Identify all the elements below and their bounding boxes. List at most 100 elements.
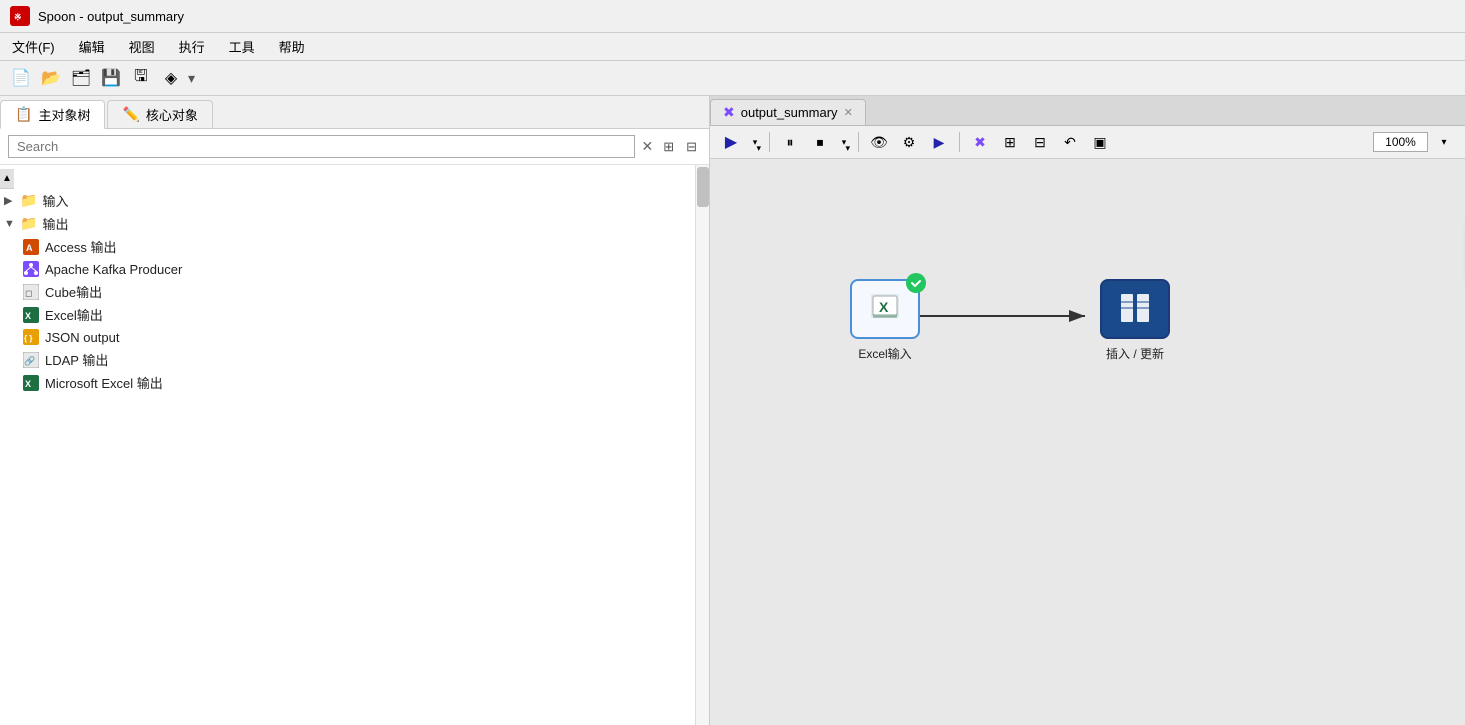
layers-arrow[interactable]: ▾ xyxy=(188,70,195,87)
node-insert-update-box xyxy=(1100,279,1170,339)
paste-button[interactable]: ⊟ xyxy=(1027,129,1053,155)
transform-button[interactable]: ✖ xyxy=(967,129,993,155)
canvas-tab-output-summary[interactable]: ✖ output_summary ✕ xyxy=(710,99,866,125)
tree-arrow-output: ▼ xyxy=(4,218,20,230)
save-button[interactable]: 💾 xyxy=(98,65,124,91)
tree-item-output[interactable]: ▼ 📁 输出 xyxy=(0,212,695,235)
tree-arrow-input: ▶ xyxy=(4,194,20,207)
open-recent-button[interactable]: 🗂 xyxy=(68,65,94,91)
node-insert-update-label: 插入 / 更新 xyxy=(1106,345,1164,362)
menu-bar: 文件(F) 编辑 视图 执行 工具 帮助 xyxy=(0,33,1465,61)
menu-tools[interactable]: 工具 xyxy=(225,35,259,58)
cube-icon: ◻ xyxy=(22,283,40,301)
app-icon: ※ xyxy=(10,6,30,26)
save-as-button[interactable]: 🖫 xyxy=(128,65,154,91)
tree-item-kafka[interactable]: Apache Kafka Producer xyxy=(0,258,695,280)
svg-text:◻: ◻ xyxy=(25,288,32,298)
menu-view[interactable]: 视图 xyxy=(125,35,159,58)
folder-icon-input: 📁 xyxy=(20,192,37,209)
ms-excel-icon: X xyxy=(22,374,40,392)
zoom-input[interactable] xyxy=(1373,132,1428,152)
stop-button[interactable]: ⏹ xyxy=(807,129,833,155)
menu-run[interactable]: 执行 xyxy=(175,35,209,58)
run-button[interactable]: ▶ xyxy=(718,129,744,155)
node-excel-input-icon: X xyxy=(865,286,905,333)
svg-text:X: X xyxy=(879,299,889,315)
canvas-toolbar: ▶ ▾ ⏸ ⏹ ▾ 👁 ⚙ ▶ ✖ ⊞ ⊟ ↶ ▣ ▾ xyxy=(710,126,1465,159)
tab-main-tree[interactable]: 📋 主对象树 xyxy=(0,100,105,129)
canvas-tab-icon: ✖ xyxy=(723,104,735,121)
scroll-up-button[interactable]: ▲ xyxy=(0,169,14,189)
tree-label-excel-out: Excel输出 xyxy=(45,305,103,324)
svg-text:{ }: { } xyxy=(24,334,32,343)
canvas-tabs: ✖ output_summary ✕ xyxy=(710,96,1465,126)
tree-item-ms-excel[interactable]: X Microsoft Excel 输出 xyxy=(0,371,695,394)
right-panel: ✖ output_summary ✕ ▶ ▾ ⏸ ⏹ ▾ 👁 ⚙ ▶ ✖ ⊞ ⊟… xyxy=(710,96,1465,725)
open-button[interactable]: 📂 xyxy=(38,65,64,91)
new-file-button[interactable]: 📄 xyxy=(8,65,34,91)
debug-button[interactable]: ▶ xyxy=(926,129,952,155)
node-insert-update-icon xyxy=(1115,288,1155,331)
tree-label-ms-excel: Microsoft Excel 输出 xyxy=(45,373,163,392)
left-panel: 📋 主对象树 ✏️ 核心对象 ✕ ⊞ ⊟ ▲ ▶ xyxy=(0,96,710,725)
title-bar: ※ Spoon - output_summary xyxy=(0,0,1465,33)
tree-content: ▲ ▶ 📁 输入 ▼ 📁 输出 xyxy=(0,165,695,725)
tree-label-input: 输入 xyxy=(42,191,68,210)
pause-button[interactable]: ⏸ xyxy=(777,129,803,155)
toolbar-sep-2 xyxy=(858,132,859,152)
json-icon: { } xyxy=(22,328,40,346)
tree-panel: ▲ ▶ 📁 输入 ▼ 📁 输出 xyxy=(0,165,709,725)
tree-scrollbar-thumb[interactable] xyxy=(697,167,709,207)
search-filter-icon[interactable]: ⊟ xyxy=(682,137,701,157)
app-title: Spoon - output_summary xyxy=(38,9,184,24)
zoom-dropdown-button[interactable]: ▾ xyxy=(1431,129,1457,155)
main-layout: 📋 主对象树 ✏️ 核心对象 ✕ ⊞ ⊟ ▲ ▶ xyxy=(0,96,1465,725)
menu-edit[interactable]: 编辑 xyxy=(75,35,109,58)
copy-button[interactable]: ⊞ xyxy=(997,129,1023,155)
canvas-tab-close-button[interactable]: ✕ xyxy=(844,106,853,119)
toolbar-sep-3 xyxy=(959,132,960,152)
zoom-control: ▾ xyxy=(1373,129,1457,155)
tree-item-ldap[interactable]: 🔗 LDAP 输出 xyxy=(0,348,695,371)
folder-icon-output: 📁 xyxy=(20,215,37,232)
tab-core-obj-label: 核心对象 xyxy=(146,105,198,124)
node-excel-input[interactable]: X Excel输入 xyxy=(850,279,920,362)
menu-file[interactable]: 文件(F) xyxy=(8,35,59,58)
run-dropdown-button[interactable]: ▾ xyxy=(748,129,762,155)
svg-text:A: A xyxy=(26,243,33,253)
tab-core-obj[interactable]: ✏️ 核心对象 xyxy=(107,100,212,128)
layers-button[interactable]: ◈ xyxy=(158,65,184,91)
tree-label-access: Access 输出 xyxy=(45,237,117,256)
svg-text:X: X xyxy=(25,311,31,321)
search-expand-icon[interactable]: ⊞ xyxy=(659,137,678,157)
tree-label-json: JSON output xyxy=(45,330,119,345)
undo-button[interactable]: ↶ xyxy=(1057,129,1083,155)
search-clear-button[interactable]: ✕ xyxy=(641,138,653,155)
tree-label-output: 输出 xyxy=(42,214,68,233)
node-insert-update[interactable]: 插入 / 更新 xyxy=(1100,279,1170,362)
settings-button[interactable]: ⚙ xyxy=(896,129,922,155)
tree-item-access[interactable]: A Access 输出 xyxy=(0,235,695,258)
canvas-tab-label: output_summary xyxy=(741,105,838,120)
node-excel-input-badge xyxy=(906,273,926,293)
preview-button[interactable]: 👁 xyxy=(866,129,892,155)
node-excel-input-box: X xyxy=(850,279,920,339)
canvas-area: Run F9 Run Options... F8 X xyxy=(710,159,1465,725)
tree-item-cube[interactable]: ◻ Cube输出 xyxy=(0,280,695,303)
ldap-icon: 🔗 xyxy=(22,351,40,369)
excel-out-icon: X xyxy=(22,306,40,324)
stop-dropdown-button[interactable]: ▾ xyxy=(837,129,851,155)
search-icons: ⊞ ⊟ xyxy=(659,137,701,157)
layout-button[interactable]: ▣ xyxy=(1087,129,1113,155)
tab-main-tree-label: 主对象树 xyxy=(38,105,90,124)
tree-label-cube: Cube输出 xyxy=(45,282,102,301)
tree-item-input[interactable]: ▶ 📁 输入 xyxy=(0,189,695,212)
menu-help[interactable]: 帮助 xyxy=(275,35,309,58)
tree-item-json[interactable]: { } JSON output xyxy=(0,326,695,348)
tree-scrollbar[interactable] xyxy=(695,165,709,725)
kafka-icon xyxy=(22,260,40,278)
tree-item-excel-out[interactable]: X Excel输出 xyxy=(0,303,695,326)
search-input[interactable] xyxy=(8,135,635,158)
tree-label-ldap: LDAP 输出 xyxy=(45,350,108,369)
node-excel-input-label: Excel输入 xyxy=(858,345,911,362)
